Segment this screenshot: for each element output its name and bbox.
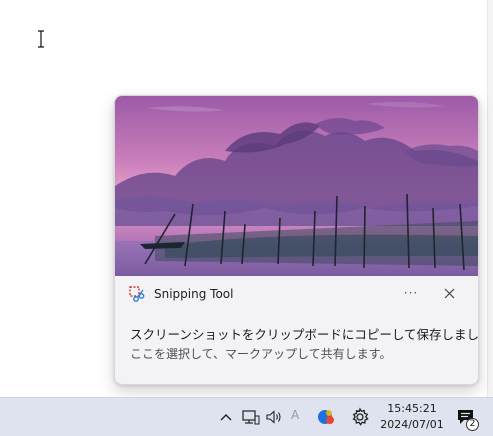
toast-notification[interactable]: Snipping Tool ··· スクリーンショットをクリップボードにコピーし… <box>114 95 479 385</box>
snipping-tool-icon <box>129 286 145 302</box>
clock-time: 15:45:21 <box>387 402 437 415</box>
toast-header: Snipping Tool ··· <box>115 276 478 312</box>
clock-date: 2024/07/01 <box>380 418 444 431</box>
more-options-button[interactable]: ··· <box>397 282 425 306</box>
system-clock[interactable]: 15:45:21 2024/07/01 <box>378 401 446 433</box>
window-edge <box>487 0 493 397</box>
copilot-icon[interactable] <box>316 407 336 427</box>
taskbar: A 15:45:21 2024/07/01 2 <box>0 397 493 436</box>
text-cursor-icon <box>38 30 44 48</box>
ime-indicator[interactable]: A <box>291 408 299 428</box>
notification-badge: 2 <box>466 418 479 431</box>
volume-icon[interactable] <box>265 407 283 427</box>
toast-body: ここを選択して、マークアップして共有します。 <box>130 347 392 361</box>
close-button[interactable] <box>437 282 463 306</box>
desktop: Snipping Tool ··· スクリーンショットをクリップボードにコピーし… <box>0 0 493 436</box>
gear-icon[interactable] <box>350 407 370 427</box>
toast-app-name: Snipping Tool <box>154 287 234 301</box>
toast-title: スクリーンショットをクリップボードにコピーして保存しました <box>130 327 479 342</box>
screenshot-preview-image[interactable] <box>115 96 478 276</box>
chevron-up-icon[interactable] <box>219 407 233 427</box>
network-icon[interactable] <box>242 407 260 427</box>
close-icon <box>444 288 455 299</box>
